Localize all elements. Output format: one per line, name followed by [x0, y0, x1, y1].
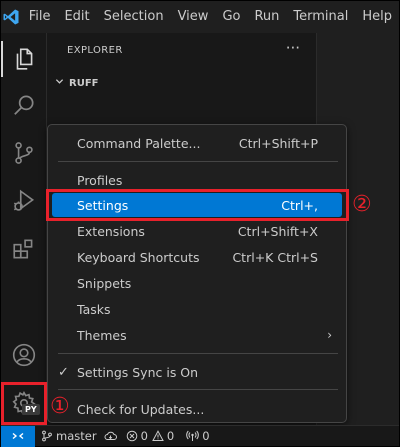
menu-label: Themes	[77, 327, 127, 343]
warning-count: 0	[166, 429, 175, 443]
menu-run[interactable]: Run	[247, 1, 286, 33]
warning-icon	[152, 430, 164, 441]
annotation-step-2: ②	[352, 192, 372, 217]
branch-label: master	[56, 429, 97, 443]
menu-label: Keyboard Shortcuts	[77, 249, 200, 265]
branch-status[interactable]: master	[41, 429, 97, 443]
sidebar-title: EXPLORER	[67, 45, 123, 56]
menu-tasks[interactable]: Tasks	[52, 297, 342, 321]
menu-shortcut: Ctrl+Shift+P	[238, 135, 318, 151]
menu-label: Snippets	[77, 275, 132, 291]
menu-label: Extensions	[77, 223, 145, 239]
menu-label: Command Palette...	[77, 135, 201, 151]
menu-shortcut: Ctrl+K Ctrl+S	[232, 249, 318, 265]
folder-row[interactable]: RUFF	[51, 73, 98, 93]
accounts-icon[interactable]	[1, 333, 47, 377]
menu-settings-sync[interactable]: ✓ Settings Sync is On	[52, 360, 342, 384]
more-actions-icon[interactable]: ···	[286, 39, 300, 57]
problems-status[interactable]: 0 0	[126, 429, 175, 443]
sync-status[interactable]	[104, 430, 120, 442]
manage-context-menu: Command Palette... Ctrl+Shift+P Profiles…	[47, 124, 347, 423]
chevron-right-icon: ›	[327, 328, 332, 342]
menu-label: Settings Sync is On	[77, 364, 199, 380]
menu-separator	[58, 389, 338, 390]
activity-bar	[1, 33, 47, 425]
error-icon	[126, 430, 137, 442]
folder-label: RUFF	[69, 77, 99, 89]
menu-separator	[58, 161, 338, 162]
annotation-box-settings	[46, 189, 349, 221]
check-icon: ✓	[58, 364, 69, 380]
menu-view[interactable]: View	[171, 1, 216, 33]
error-count: 0	[140, 429, 148, 443]
menu-help[interactable]: Help	[355, 1, 399, 33]
menu-shortcut: Ctrl+Shift+X	[237, 223, 318, 239]
menu-keyboard-shortcuts[interactable]: Keyboard Shortcuts Ctrl+K Ctrl+S	[52, 245, 342, 269]
extensions-icon[interactable]	[1, 227, 47, 271]
run-debug-icon[interactable]	[1, 179, 47, 223]
menu-check-updates[interactable]: Check for Updates...	[52, 397, 342, 421]
search-icon[interactable]	[1, 83, 47, 127]
branch-icon	[42, 430, 52, 442]
remote-indicator-icon[interactable]	[1, 425, 35, 447]
annotation-step-1: ①	[50, 394, 70, 419]
menu-selection[interactable]: Selection	[97, 1, 171, 33]
menu-terminal[interactable]: Terminal	[286, 1, 355, 33]
menu-label: Tasks	[77, 301, 111, 317]
menu-label: Profiles	[77, 172, 123, 188]
menu-label: Check for Updates...	[77, 401, 205, 417]
menu-snippets[interactable]: Snippets	[52, 271, 342, 295]
menu-extensions[interactable]: Extensions Ctrl+Shift+X	[52, 219, 342, 243]
explorer-icon[interactable]	[1, 37, 47, 81]
menu-themes[interactable]: Themes ›	[52, 323, 342, 347]
menu-separator	[58, 353, 338, 354]
menu-file[interactable]: File	[22, 1, 58, 33]
menu-bar: File Edit Selection View Go Run Terminal…	[1, 1, 399, 33]
menu-edit[interactable]: Edit	[57, 1, 96, 33]
menu-go[interactable]: Go	[215, 1, 247, 33]
menu-command-palette[interactable]: Command Palette... Ctrl+Shift+P	[52, 131, 342, 155]
chevron-down-icon	[51, 77, 67, 89]
annotation-box-gear	[1, 382, 47, 425]
status-bar: master 0 0 0	[1, 425, 399, 447]
vscode-logo-icon	[1, 1, 22, 33]
ports-status[interactable]: 0	[186, 429, 210, 443]
source-control-icon[interactable]	[1, 131, 47, 175]
broadcast-icon	[186, 430, 199, 441]
cloud-sync-icon	[104, 431, 117, 440]
ports-count: 0	[202, 429, 210, 443]
